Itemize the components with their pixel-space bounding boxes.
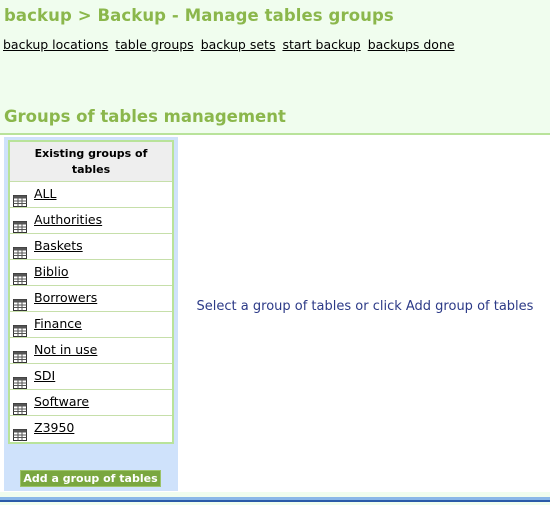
- group-link[interactable]: Biblio: [34, 264, 69, 279]
- group-row-borrowers: Borrowers: [10, 286, 172, 312]
- groups-table: Existing groups of tables ALL Authorities…: [8, 140, 174, 444]
- group-link[interactable]: Not in use: [34, 342, 97, 357]
- page-title: backup > Backup - Manage tables groups: [4, 6, 394, 25]
- group-row-software: Software: [10, 390, 172, 416]
- nav-backup-sets[interactable]: backup sets: [201, 37, 276, 52]
- group-row-not-in-use: Not in use: [10, 338, 172, 364]
- nav-backups-done[interactable]: backups done: [368, 37, 455, 52]
- table-icon: [13, 296, 27, 311]
- group-row-all: ALL: [10, 182, 172, 208]
- groups-list: ALL Authorities Baskets Biblio Borrowers Fina…: [10, 182, 172, 442]
- add-group-button[interactable]: Add a group of tables: [20, 470, 161, 487]
- group-link[interactable]: Baskets: [34, 238, 83, 253]
- group-row-z3950: Z3950: [10, 416, 172, 442]
- footer-bar-dark: [0, 500, 550, 502]
- groups-header-line2: tables: [71, 162, 111, 176]
- group-link[interactable]: ALL: [34, 186, 56, 201]
- table-icon: [13, 374, 27, 389]
- table-icon: [13, 322, 27, 337]
- group-row-sdi: SDI: [10, 364, 172, 390]
- table-icon: [13, 400, 27, 415]
- table-icon: [13, 270, 27, 285]
- top-navigation: backup locations table groups backup set…: [3, 37, 458, 52]
- group-row-finance: Finance: [10, 312, 172, 338]
- group-row-authorities: Authorities: [10, 208, 172, 234]
- group-link[interactable]: Z3950: [34, 420, 74, 435]
- group-row-biblio: Biblio: [10, 260, 172, 286]
- group-link[interactable]: Finance: [34, 316, 82, 331]
- table-icon: [13, 348, 27, 363]
- groups-sidebar: Existing groups of tables ALL Authorities…: [4, 137, 178, 491]
- group-link[interactable]: Software: [34, 394, 89, 409]
- groups-table-header: Existing groups of tables: [10, 142, 172, 182]
- nav-table-groups[interactable]: table groups: [115, 37, 193, 52]
- section-title: Groups of tables management: [4, 107, 286, 126]
- nav-backup-locations[interactable]: backup locations: [3, 37, 108, 52]
- table-icon: [13, 218, 27, 233]
- table-icon: [13, 426, 27, 441]
- group-link[interactable]: Borrowers: [34, 290, 97, 305]
- group-link[interactable]: Authorities: [34, 212, 102, 227]
- table-icon: [13, 192, 27, 207]
- groups-header-line1: Existing groups of: [34, 146, 148, 160]
- table-icon: [13, 244, 27, 259]
- instruction-message: Select a group of tables or click Add gr…: [196, 299, 534, 314]
- group-link[interactable]: SDI: [34, 368, 55, 383]
- nav-start-backup[interactable]: start backup: [282, 37, 360, 52]
- group-row-baskets: Baskets: [10, 234, 172, 260]
